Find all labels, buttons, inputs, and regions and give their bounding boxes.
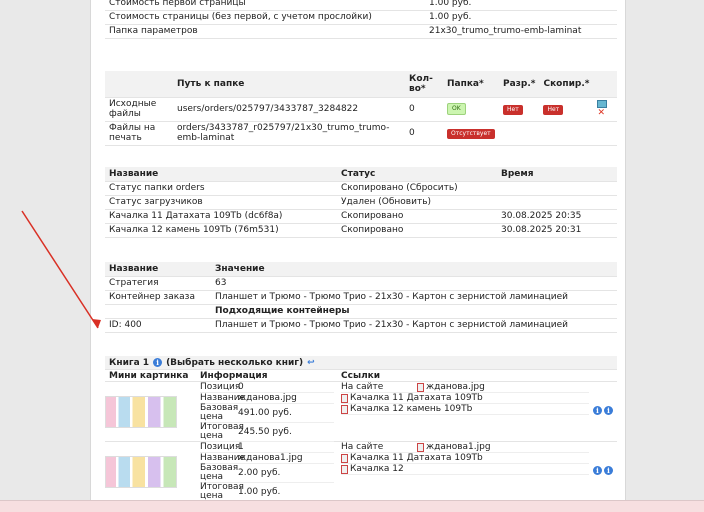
container-name: Планшет и Трюмо - Трюмо Трио - 21x30 - К… (211, 318, 617, 333)
book-title: Книга 1 (109, 357, 150, 368)
folders-header-folder: Папка* (443, 71, 499, 98)
book-info: Позиция 1 Название ждановa1.jpg Базовая це… (200, 442, 334, 502)
status-row-status: Скопировано (337, 209, 497, 224)
matching-containers-header: Подходящие контейнеры (211, 304, 617, 319)
downloader-link[interactable]: Качалка 12 камень 109Tb (350, 404, 472, 414)
param-label: Стоимость первой страницы (105, 0, 425, 11)
folder-name: Исходные файлы (105, 97, 173, 122)
strategy-header-name: Название (105, 262, 211, 277)
status-header-name: Название (105, 167, 337, 182)
param-label: Стоимость страницы (без первой, с учетом… (105, 10, 425, 25)
folder-count: 0 (405, 97, 443, 122)
info-icon[interactable]: i (593, 406, 602, 415)
info-icon[interactable]: i (604, 406, 613, 415)
param-value: 1.00 руб. (425, 10, 617, 25)
folders-table: Путь к папке Кол-во* Папка* Разр.* Скопи… (105, 71, 617, 146)
param-value: 1.00 руб. (425, 0, 617, 11)
book-header-info: Информация (200, 370, 268, 381)
book-header-links: Ссылки (341, 370, 381, 381)
status-row-status[interactable]: Удален (Обновить) (337, 195, 497, 210)
book-links: На сайте ждановa1.jpg Качалка 11 Датахата… (341, 442, 589, 475)
delete-icon[interactable]: ✕ (597, 108, 605, 118)
thumbnail-image[interactable] (105, 396, 177, 428)
book-row: Позиция 0 Название ждановa.jpg Базовая цен… (105, 382, 617, 442)
folders-header-path: Путь к папке (173, 71, 405, 98)
thumbnail-image[interactable] (105, 456, 177, 488)
return-arrow-icon[interactable]: ↩ (307, 358, 315, 368)
strategy-table: Название Значение Стратегия 63 Контейнер з… (105, 262, 617, 333)
strategy-header-value: Значение (211, 262, 617, 277)
copy-icon[interactable] (597, 100, 608, 108)
info-icon[interactable]: i (604, 466, 613, 475)
folder-count: 0 (405, 121, 443, 146)
select-books-link[interactable]: (Выбрать несколько книг) (166, 358, 303, 368)
status-row-time: 30.08.2025 20:35 (497, 209, 617, 224)
status-row-name: Качалка 12 камень 109Tb (76m531) (105, 223, 337, 238)
file-icon (341, 393, 348, 403)
status-header-time: Время (497, 167, 617, 182)
site-link[interactable]: ждановa1.jpg (426, 442, 491, 452)
container-value: Планшет и Трюмо - Трюмо Трио - 21x30 - К… (211, 290, 617, 305)
status-row-name: Качалка 11 Датахата 109Tb (dc6f8a) (105, 209, 337, 224)
book-section: Книга 1 i (Выбрать несколько книг) ↩ Мини к… (105, 356, 617, 502)
order-details-page: Стоимость первой страницы 1.00 руб. Стоим… (90, 0, 626, 502)
parameters-table: Стоимость первой страницы 1.00 руб. Стоим… (105, 0, 617, 39)
folders-header-perm: Разр.* (499, 71, 540, 98)
strategy-value: 63 (211, 276, 617, 291)
folder-name: Файлы на печать (105, 121, 173, 146)
container-id: ID: 400 (105, 318, 211, 333)
folders-header-count: Кол-во* (405, 71, 443, 98)
info-icon[interactable]: i (153, 358, 163, 367)
book-header-thumb: Мини картинка (109, 370, 189, 381)
status-table: Название Статус Время Статус папки orders С… (105, 167, 617, 238)
file-icon (417, 382, 424, 392)
folder-status-badge: OK (447, 103, 466, 115)
status-row-name: Статус папки orders (105, 181, 337, 196)
info-icon[interactable]: i (593, 466, 602, 475)
param-label: Папка параметров (105, 24, 425, 39)
strategy-label: Стратегия (105, 276, 211, 291)
downloader-link[interactable]: Качалка 11 Датахата 109Tb (350, 393, 483, 403)
taskbar (0, 500, 704, 512)
folder-path: users/orders/025797/3433787_3284822 (173, 97, 405, 122)
container-label: Контейнер заказа (105, 290, 211, 305)
status-row-status[interactable]: Скопировано (Сбросить) (337, 181, 497, 196)
downloader-link[interactable]: Качалка 11 Датахата 109Tb (350, 453, 483, 463)
book-row: Позиция 1 Название ждановa1.jpg Базовая це… (105, 442, 617, 502)
book-info: Позиция 0 Название ждановa.jpg Базовая цен… (200, 382, 334, 442)
file-icon (341, 464, 348, 474)
missing-badge: Отсутствует (447, 128, 495, 139)
book-links: На сайте ждановa.jpg Качалка 11 Датахата … (341, 382, 589, 415)
folders-header-copied: Скопир.* (539, 71, 594, 98)
status-row-status: Скопировано (337, 223, 497, 238)
file-icon (417, 442, 424, 452)
copied-badge: Нет (543, 104, 564, 115)
status-header-status: Статус (337, 167, 497, 182)
param-value: 21x30_trumo_trumo-emb-laminat (425, 24, 617, 39)
site-link[interactable]: ждановa.jpg (426, 382, 485, 392)
file-icon (341, 404, 348, 414)
status-row-name: Статус загрузчиков (105, 195, 337, 210)
status-row-time: 30.08.2025 20:31 (497, 223, 617, 238)
folder-path: orders/3433787_r025797/21x30_trumo_trumo… (173, 121, 405, 146)
permission-badge: Нет (503, 104, 523, 115)
downloader-link[interactable]: Качалка 12 (350, 464, 404, 474)
file-icon (341, 453, 348, 463)
